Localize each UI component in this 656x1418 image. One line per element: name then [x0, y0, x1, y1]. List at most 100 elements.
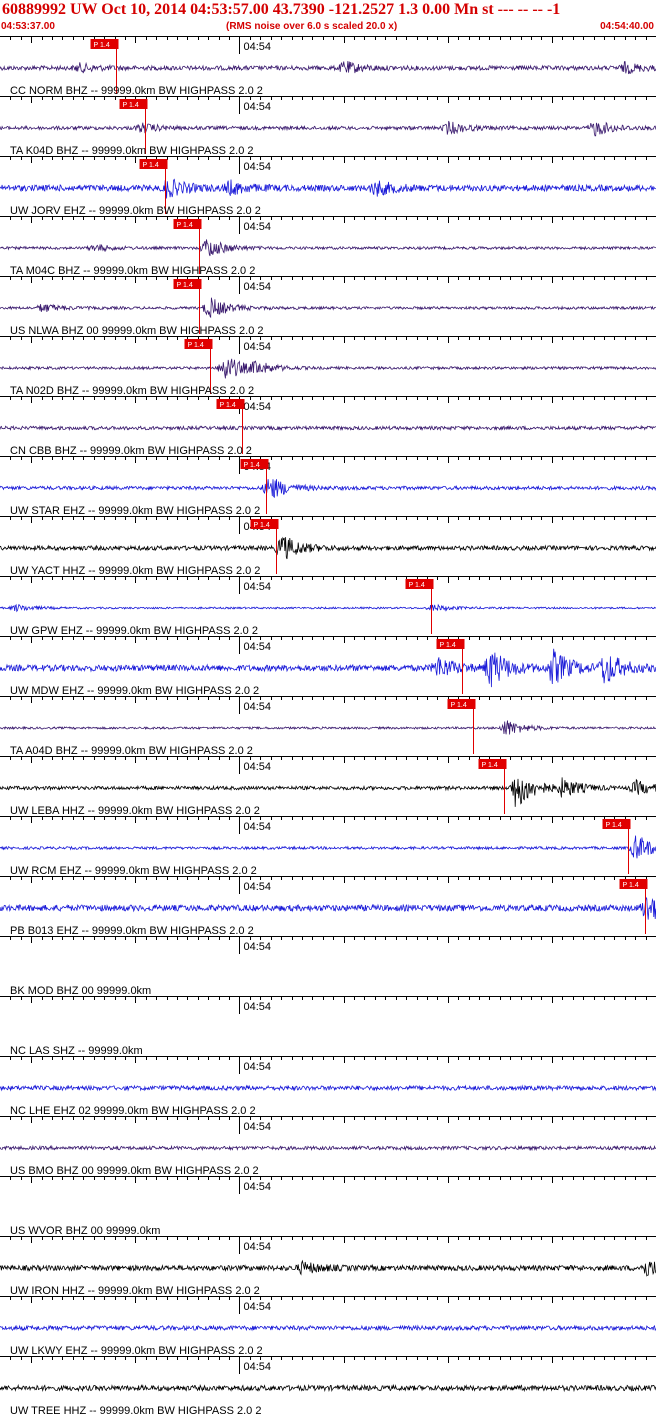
- pick-label: P 1.4: [451, 702, 467, 709]
- waveform: [0, 1259, 656, 1277]
- station-label: US WVOR BHZ 00 99999.0km: [10, 1225, 160, 1237]
- minute-label: 04:54: [244, 1241, 272, 1253]
- pick-label: P 1.4: [244, 462, 260, 469]
- waveform: [0, 424, 656, 432]
- station-label: NC LAS SHZ -- 99999.0km: [10, 1045, 143, 1057]
- trace-panel: 04:54 P 1.4 TA A04D BHZ -- 99999.0km BW HI…: [0, 696, 656, 757]
- waveform: [0, 603, 656, 613]
- trace-panel: 04:54 P 1.4 TA N02D BHZ -- 99999.0km BW HI…: [0, 336, 656, 397]
- minute-label: 04:54: [244, 221, 272, 233]
- waveform: [0, 239, 656, 257]
- trace-panel: 04:54 NC LHE EHZ 02 99999.0km BW HIGHPASS…: [0, 1056, 656, 1117]
- trace-panel: 04:54 P 1.4 UW MDW EHZ -- 99999.0km BW HIG…: [0, 636, 656, 697]
- waveform: [0, 835, 656, 859]
- minute-label: 04:54: [244, 1361, 272, 1373]
- station-label: BK MOD BHZ 00 99999.0km: [10, 985, 151, 997]
- minute-label: 04:54: [244, 1061, 272, 1073]
- waveform: [0, 720, 656, 735]
- minute-label: 04:54: [244, 581, 272, 593]
- waveform: [0, 648, 656, 688]
- trace-panel: 04:54 US BMO BHZ 00 99999.0km BW HIGHPASS…: [0, 1116, 656, 1177]
- station-label: UW RCM EHZ -- 99999.0km BW HIGHPASS 2.0 …: [10, 865, 257, 877]
- station-label: TA M04C BHZ -- 99999.0km BW HIGHPASS 2.0…: [10, 265, 255, 277]
- pick-label: P 1.4: [94, 42, 110, 49]
- station-label: TA A04D BHZ -- 99999.0km BW HIGHPASS 2.0…: [10, 745, 253, 757]
- trace-panel: 04:54 P 1.4 PB B013 EHZ -- 99999.0km BW HI…: [0, 876, 656, 937]
- pick-label: P 1.4: [123, 102, 139, 109]
- station-label: US NLWA BHZ 00 99999.0km BW HIGHPASS 2.0…: [10, 325, 264, 337]
- pick-label: P 1.4: [409, 582, 425, 589]
- trace-panel: 04:54 P 1.4 US NLWA BHZ 00 99999.0km BW HI…: [0, 276, 656, 337]
- trace-panel: 04:54 P 1.4 UW LEBA HHZ -- 99999.0km BW HI…: [0, 756, 656, 817]
- station-label: TA N02D BHZ -- 99999.0km BW HIGHPASS 2.0…: [10, 385, 254, 397]
- pick-label: P 1.4: [254, 522, 270, 529]
- station-label: TA K04D BHZ -- 99999.0km BW HIGHPASS 2.0…: [10, 145, 254, 157]
- minute-label: 04:54: [244, 701, 272, 713]
- pick-label: P 1.4: [606, 822, 622, 829]
- trace-panel: 04:54 P 1.4 CN CBB BHZ -- 99999.0km BW HIG…: [0, 396, 656, 457]
- trace-panel: 04:54 UW LKWY EHZ -- 99999.0km BW HIGHPAS…: [0, 1296, 656, 1357]
- station-label: UW LKWY EHZ -- 99999.0km BW HIGHPASS 2.0…: [10, 1345, 263, 1357]
- minute-label: 04:54: [244, 1181, 272, 1193]
- station-label: CN CBB BHZ -- 99999.0km BW HIGHPASS 2.0 …: [10, 445, 252, 457]
- minute-label: 04:54: [244, 941, 272, 953]
- minute-label: 04:54: [244, 41, 272, 53]
- minute-label: 04:54: [244, 821, 272, 833]
- pick-label: P 1.4: [220, 402, 236, 409]
- trace-panel: 04:54 NC LAS SHZ -- 99999.0km: [0, 996, 656, 1057]
- station-label: CC NORM BHZ -- 99999.0km BW HIGHPASS 2.0…: [10, 85, 263, 97]
- station-label: UW STAR EHZ -- 99999.0km BW HIGHPASS 2.0…: [10, 505, 260, 517]
- trace-panel: 04:54 P 1.4 TA M04C BHZ -- 99999.0km BW HI…: [0, 216, 656, 277]
- pick-label: P 1.4: [177, 282, 193, 289]
- trace-panel: 04:54 P 1.4 CC NORM BHZ -- 99999.0km BW HI…: [0, 36, 656, 97]
- minute-label: 04:54: [244, 1301, 272, 1313]
- waveform: [0, 1144, 656, 1152]
- trace-panel: 04:54 P 1.4 UW JORV EHZ -- 99999.0km BW HI…: [0, 156, 656, 217]
- trace-panel: 04:54 UW TREE HHZ -- 99999.0km BW HIGHPAS…: [0, 1356, 656, 1417]
- trace-panel: 04:54 US WVOR BHZ 00 99999.0km: [0, 1176, 656, 1237]
- station-label: NC LHE EHZ 02 99999.0km BW HIGHPASS 2.0 …: [10, 1105, 256, 1117]
- minute-label: 04:54: [244, 1121, 272, 1133]
- station-label: US BMO BHZ 00 99999.0km BW HIGHPASS 2.0 …: [10, 1165, 259, 1177]
- waveform: [0, 358, 656, 379]
- trace-panel: 04:54 P 1.4 TA K04D BHZ -- 99999.0km BW HI…: [0, 96, 656, 157]
- pick-label: P 1.4: [177, 222, 193, 229]
- minute-label: 04:54: [244, 641, 272, 653]
- trace-panel: 04:54 P 1.4 UW GPW EHZ -- 99999.0km BW HIG…: [0, 576, 656, 637]
- pick-label: P 1.4: [188, 342, 204, 349]
- waveform: [0, 479, 656, 498]
- station-label: UW JORV EHZ -- 99999.0km BW HIGHPASS 2.0…: [10, 205, 261, 217]
- trace-panel: 04:54 UW IRON HHZ -- 99999.0km BW HIGHPAS…: [0, 1236, 656, 1297]
- trace-panel: 04:54 BK MOD BHZ 00 99999.0km: [0, 936, 656, 997]
- pick-label: P 1.4: [623, 882, 639, 889]
- minute-label: 04:54: [244, 161, 272, 173]
- waveform: [0, 1084, 656, 1092]
- pick-label: P 1.4: [440, 642, 456, 649]
- station-label: UW YACT HHZ -- 99999.0km BW HIGHPASS 2.0…: [10, 565, 260, 577]
- station-label: PB B013 EHZ -- 99999.0km BW HIGHPASS 2.0…: [10, 925, 254, 937]
- station-label: UW LEBA HHZ -- 99999.0km BW HIGHPASS 2.0…: [10, 805, 260, 817]
- waveform: [0, 120, 656, 137]
- minute-label: 04:54: [244, 1001, 272, 1013]
- minute-label: 04:54: [244, 401, 272, 413]
- minute-label: 04:54: [244, 341, 272, 353]
- trace-panel: 04:54P 1.4UW STAR EHZ -- 99999.0km BW HI…: [0, 456, 656, 517]
- minute-label: 04:54: [244, 101, 272, 113]
- minute-label: 04:54: [244, 281, 272, 293]
- waveform: [0, 536, 656, 560]
- station-label: UW GPW EHZ -- 99999.0km BW HIGHPASS 2.0 …: [10, 625, 258, 637]
- waveform: [0, 61, 656, 75]
- station-label: UW IRON HHZ -- 99999.0km BW HIGHPASS 2.0…: [10, 1285, 260, 1297]
- trace-panel: 04:54 P 1.4 UW RCM EHZ -- 99999.0km BW HIG…: [0, 816, 656, 877]
- waveform: [0, 178, 656, 199]
- pick-label: P 1.4: [482, 762, 498, 769]
- waveform: [0, 297, 656, 319]
- station-label: UW TREE HHZ -- 99999.0km BW HIGHPASS 2.0…: [10, 1405, 261, 1417]
- minute-label: 04:54: [244, 761, 272, 773]
- seismogram-traces: 04:54 P 1.4 CC NORM BHZ -- 99999.0km BW HI…: [0, 36, 656, 1417]
- waveform: [0, 777, 656, 807]
- waveform: [0, 896, 656, 920]
- waveform: [0, 1383, 656, 1393]
- minute-label: 04:54: [244, 881, 272, 893]
- pick-label: P 1.4: [143, 162, 159, 169]
